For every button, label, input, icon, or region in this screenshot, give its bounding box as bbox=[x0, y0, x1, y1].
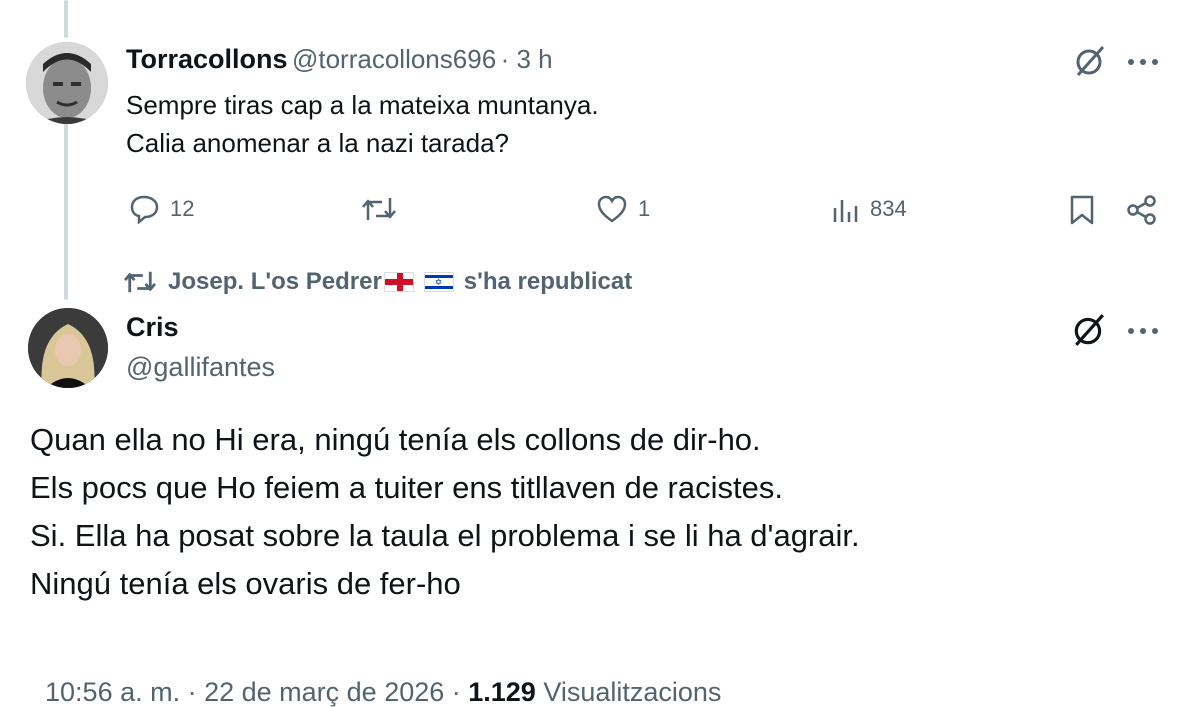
author-name[interactable]: Torracollons bbox=[126, 44, 288, 74]
share-icon[interactable] bbox=[1126, 194, 1158, 226]
reply-icon bbox=[128, 194, 160, 224]
reply-line: Sempre tiras cap a la mateixa muntanya. bbox=[126, 90, 599, 120]
views-count: 1.129 bbox=[468, 677, 536, 707]
thread-line bbox=[64, 122, 68, 300]
thread-line-top bbox=[64, 0, 68, 38]
like-action[interactable]: 1 bbox=[596, 194, 650, 224]
flag-england bbox=[383, 272, 414, 292]
reply-action[interactable]: 12 bbox=[128, 194, 194, 224]
reply-count: 12 bbox=[170, 196, 195, 221]
tweet-line: Els pocs que Ho feiem a tuiter ens titll… bbox=[30, 470, 783, 505]
tweet-line: Si. Ella ha posat sobre la taula el prob… bbox=[30, 518, 860, 553]
more-icon[interactable] bbox=[1127, 58, 1159, 66]
flag-israel: ✡ bbox=[423, 272, 454, 292]
retweet-icon bbox=[122, 268, 158, 296]
author-handle[interactable]: @torracollons696 bbox=[292, 44, 496, 74]
avatar[interactable] bbox=[26, 42, 108, 124]
tweet-line: Quan ella no Hi era, ningú tenía els col… bbox=[30, 422, 761, 457]
repost-suffix: s'ha republicat bbox=[463, 268, 633, 295]
like-count: 1 bbox=[638, 196, 651, 221]
tweet-text: Quan ella no Hi era, ningú tenía els col… bbox=[30, 416, 860, 608]
reply-header: Torracollons @torracollons696 · 3 h bbox=[126, 44, 553, 75]
avatar-image bbox=[28, 308, 108, 388]
more-icon[interactable] bbox=[1127, 327, 1159, 335]
views-label: Visualitzacions bbox=[535, 677, 722, 707]
reposter-name[interactable]: Josep. L'os Pedrer bbox=[168, 268, 382, 296]
views-icon bbox=[832, 194, 860, 224]
timestamp[interactable]: 10:56 a. m. · 22 de març de 2026 · bbox=[45, 677, 468, 707]
avatar-image bbox=[26, 42, 108, 124]
repost-banner: Josep. L'os Pedrer ✡ s'ha republicat bbox=[122, 268, 632, 296]
views-count: 834 bbox=[870, 196, 907, 221]
author-handle[interactable]: @gallifantes bbox=[126, 352, 275, 383]
bookmark-icon[interactable] bbox=[1068, 194, 1096, 226]
grok-icon[interactable] bbox=[1073, 44, 1107, 78]
views-action[interactable]: 834 bbox=[832, 194, 907, 224]
reply-line: Calia anomenar a la nazi tarada? bbox=[126, 128, 510, 158]
tweet-line: Ningú tenía els ovaris de fer-ho bbox=[30, 566, 461, 601]
repost-action[interactable] bbox=[360, 194, 398, 224]
author-name[interactable]: Cris bbox=[126, 312, 179, 343]
avatar[interactable] bbox=[28, 308, 108, 388]
tweet-time[interactable]: · 3 h bbox=[501, 44, 553, 74]
like-icon bbox=[596, 194, 628, 224]
tweet-meta: 10:56 a. m. · 22 de març de 2026 · 1.129… bbox=[30, 646, 721, 707]
reply-text: Sempre tiras cap a la mateixa muntanya. … bbox=[126, 86, 599, 162]
retweet-icon bbox=[360, 194, 398, 224]
grok-icon[interactable] bbox=[1071, 312, 1107, 348]
